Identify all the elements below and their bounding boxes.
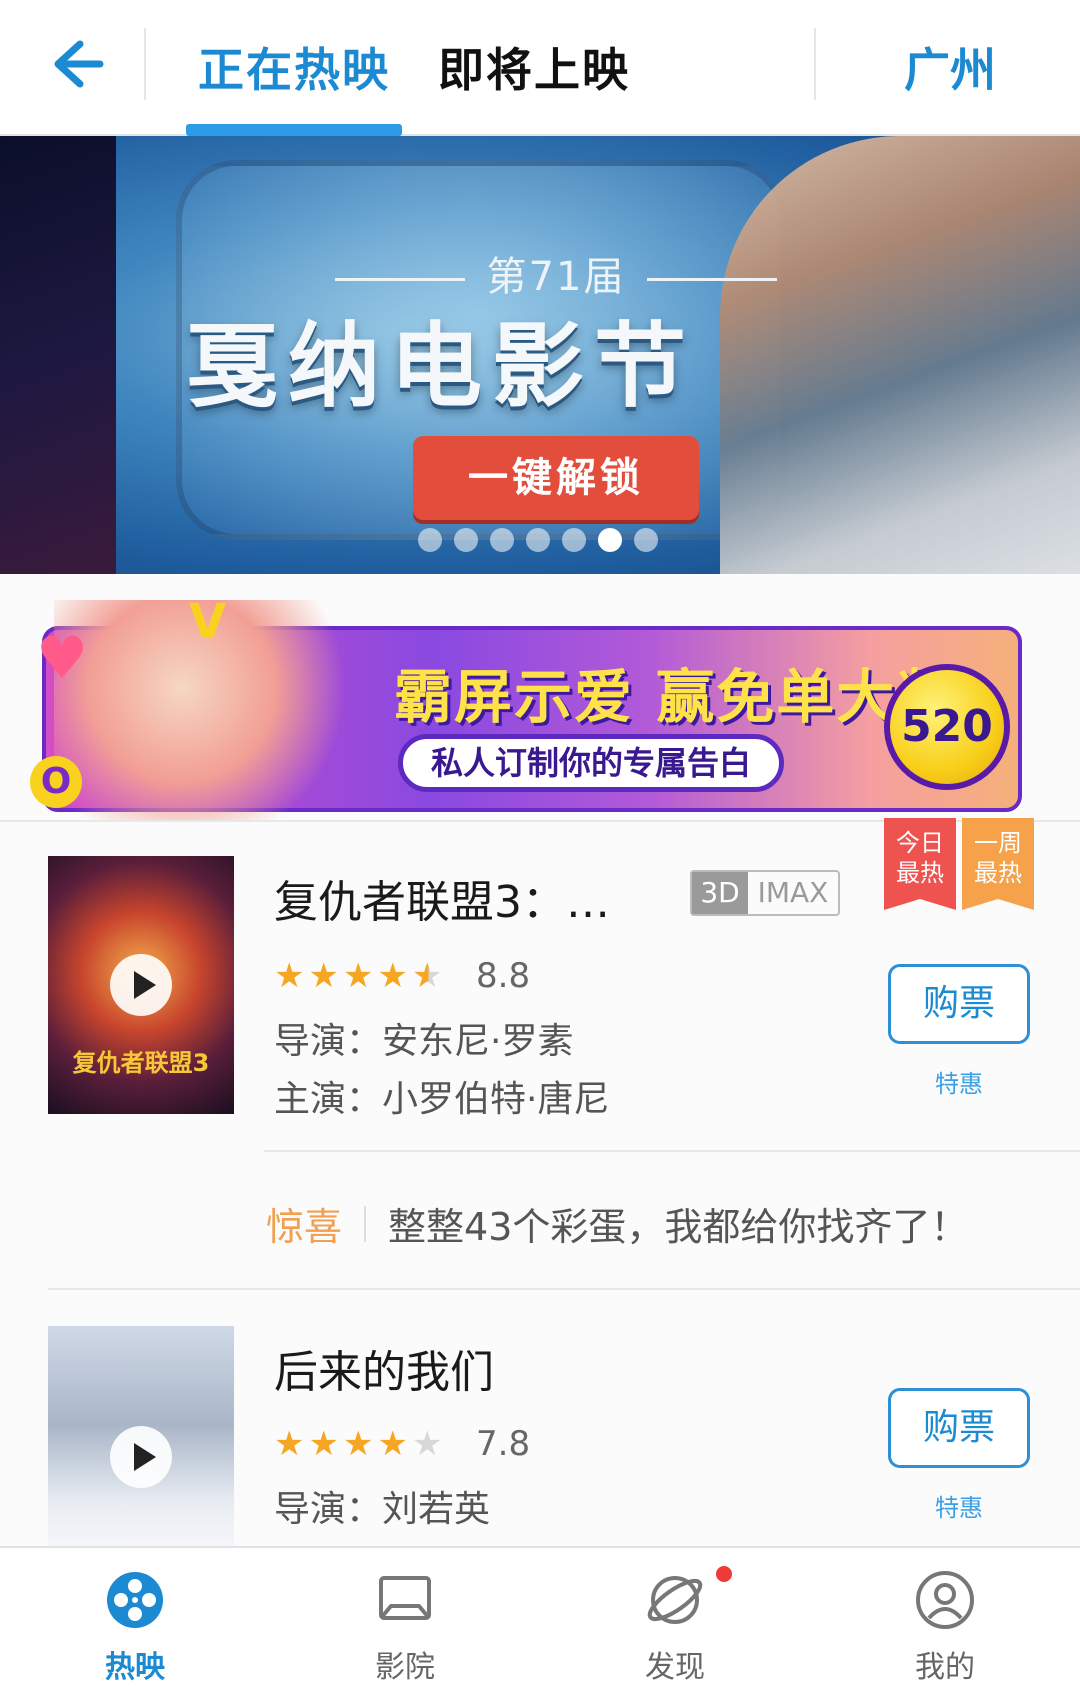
star-icon: ★ [342,1424,374,1464]
star-rating: ★ ★ ★ ★ ★ [274,1424,442,1464]
previous-slide-peek[interactable] [0,136,116,574]
carousel-dots [418,528,658,552]
buy-ticket-button[interactable]: 购票 [888,964,1030,1044]
nav-label: 影院 [375,1650,435,1685]
festival-title: 戛纳电影节 [186,312,697,420]
star-icon: ★ [377,1424,408,1464]
star-icon: ★ [274,956,305,996]
bottom-navigation: 热映 影院 发现 我的 [0,1546,1080,1689]
promo-letter: V [189,594,227,650]
star-rating: ★ ★ ★ ★ ★ [274,956,442,996]
promo-subtitle: 私人订制你的专属告白 [398,734,784,792]
cinema-screen-icon [379,1576,431,1620]
carousel-dot[interactable] [562,528,586,552]
carousel-dot[interactable] [490,528,514,552]
carousel-dot[interactable] [418,528,442,552]
row-divider [48,1288,1080,1290]
week-hottest-ribbon: 一周 最热 [962,818,1034,910]
buy-ticket-button[interactable]: 购票 [888,1388,1030,1468]
star-icon: ★ [342,956,374,996]
hero-photo [720,136,1080,574]
star-icon: ★ [308,1424,339,1464]
planet-icon [647,1576,703,1624]
nav-label: 我的 [915,1650,975,1685]
nav-label: 热映 [105,1650,165,1685]
hero-carousel[interactable]: 第71届 戛纳电影节 一键解锁 [0,136,1080,574]
header-divider [814,28,816,100]
star-icon: ★ [308,956,339,996]
surprise-text: 整整43个彩蛋，我都给你找齐了！ [388,1205,969,1249]
unlock-button[interactable]: 一键解锁 [413,436,699,520]
carousel-dot[interactable] [454,528,478,552]
heart-icon: ♥ [36,624,88,692]
row-divider [264,1150,1080,1152]
promo-letter: O [30,756,82,808]
nav-item-mine[interactable]: 我的 [810,1548,1080,1689]
play-icon[interactable] [110,1426,172,1488]
tab-coming-soon[interactable]: 即将上映 [438,34,630,100]
film-reel-icon [107,1572,163,1628]
user-icon [916,1571,974,1629]
nav-item-cinema[interactable]: 影院 [270,1548,540,1689]
carousel-dot[interactable] [634,528,658,552]
star-empty-icon: ★ [411,1424,443,1464]
back-button[interactable] [40,28,110,98]
rating-score: 7.8 [476,1424,531,1464]
star-icon: ★ [377,956,408,996]
movie-title[interactable]: 后来的我们 [274,1336,494,1400]
surprise-separator [364,1205,367,1242]
promo-coin-button[interactable]: 520 [884,664,1010,790]
rating-score: 8.8 [476,956,531,996]
surprise-row[interactable]: 惊喜 整整43个彩蛋，我都给你找齐了！ [266,1196,968,1251]
nav-item-now-showing[interactable]: 热映 [0,1548,270,1689]
movie-director: 导演：刘若英 [274,1489,491,1530]
movie-director: 导演：安东尼·罗素 [274,1021,574,1062]
promo-banner[interactable]: ♥ V O 霸屏示爱 赢免单大奖 私人订制你的专属告白 520 [24,594,1036,820]
nav-item-discover[interactable]: 发现 [540,1548,810,1689]
active-tab-indicator [186,124,402,136]
star-half-icon: ★ [411,956,443,996]
nav-label: 发现 [645,1650,705,1685]
badge-imax: IMAX [757,876,829,909]
notification-dot [716,1566,732,1582]
header-divider [144,28,146,100]
carousel-dot-active[interactable] [598,528,622,552]
tab-now-showing[interactable]: 正在热映 [198,34,390,100]
movie-poster[interactable]: 复仇者联盟3 [48,856,234,1114]
hero-slide[interactable]: 第71届 戛纳电影节 一键解锁 [116,136,1080,574]
city-selector[interactable]: 广州 [904,34,996,100]
format-badge: 3D IMAX [690,870,840,916]
deal-label: 特惠 [935,1070,983,1098]
poster-logo: 复仇者联盟3 [72,1049,210,1077]
surprise-tag: 惊喜 [266,1205,343,1249]
today-hottest-ribbon: 今日 最热 [884,818,956,910]
top-header: 正在热映 即将上映 广州 [0,0,1080,136]
ribbon-text: 一周 最热 [974,829,1022,887]
badge-3d: 3D [692,872,748,914]
promo-title: 霸屏示爱 赢免单大奖 [394,663,957,731]
movie-poster[interactable] [48,1326,234,1546]
carousel-dot[interactable] [526,528,550,552]
arrow-left-icon [54,40,104,88]
star-icon: ★ [274,1424,305,1464]
movie-cast: 主演：小罗伯特·唐尼 [274,1079,610,1120]
play-icon[interactable] [110,954,172,1016]
deal-label: 特惠 [935,1494,983,1522]
movie-title[interactable]: 复仇者联盟3：… [274,866,610,930]
ribbon-text: 今日 最热 [896,829,944,887]
